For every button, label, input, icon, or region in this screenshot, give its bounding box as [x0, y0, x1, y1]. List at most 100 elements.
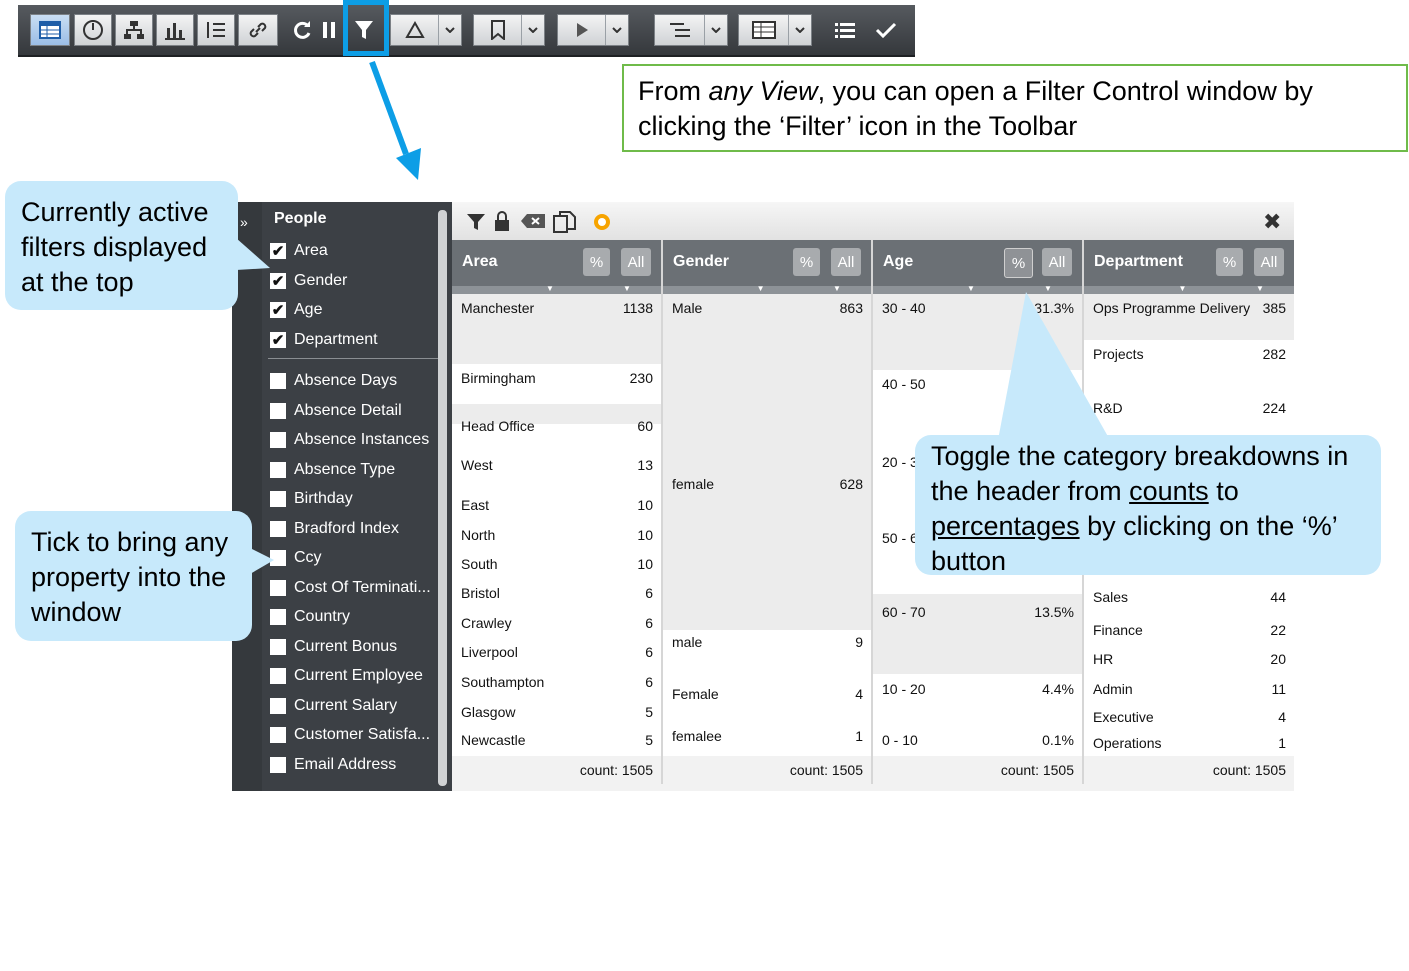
sort-arrow-icon[interactable]: ▼ — [757, 284, 765, 293]
category-row[interactable]: Head Office 60 — [452, 418, 661, 438]
column-divider[interactable] — [871, 240, 873, 784]
pause-button[interactable] — [318, 14, 340, 46]
property-item[interactable]: Absence Type — [270, 457, 395, 483]
checkbox-unchecked[interactable] — [270, 579, 286, 596]
column-sort-bar[interactable]: ▼ ▼ — [663, 284, 871, 294]
category-row[interactable]: femalee 1 — [663, 728, 871, 748]
category-row[interactable]: female 628 — [663, 476, 871, 496]
category-row[interactable]: 0 - 10 0.1% — [873, 732, 1082, 752]
copy-icon[interactable] — [552, 210, 578, 234]
category-row[interactable]: Bristol 6 — [452, 585, 661, 605]
property-item[interactable]: Absence Days — [270, 368, 397, 394]
percent-toggle-button[interactable]: % — [1004, 248, 1033, 278]
filter-icon[interactable] — [466, 212, 486, 232]
lock-icon[interactable] — [492, 210, 512, 232]
category-row[interactable]: Operations 1 — [1084, 735, 1294, 755]
category-row[interactable]: Female 4 — [663, 686, 871, 706]
property-item[interactable]: Current Employee — [270, 663, 423, 689]
link-view-button[interactable] — [238, 14, 278, 46]
column-divider[interactable] — [661, 240, 663, 784]
bookmark-dropdown-button[interactable] — [473, 14, 545, 46]
property-item[interactable]: Absence Instances — [270, 427, 429, 453]
percent-toggle-button[interactable]: % — [1216, 248, 1243, 276]
category-row[interactable]: Birmingham 230 — [452, 370, 661, 390]
active-filter-item[interactable]: ✔ Area — [270, 238, 328, 264]
close-icon[interactable]: ✖ — [1263, 209, 1281, 235]
category-row[interactable]: male 9 — [663, 634, 871, 654]
category-row[interactable]: Newcastle 5 — [452, 732, 661, 752]
list-view-button[interactable] — [197, 14, 235, 46]
apply-button[interactable] — [871, 14, 901, 46]
table-view-button[interactable] — [30, 14, 70, 46]
category-row[interactable]: South 10 — [452, 556, 661, 576]
sidebar-scrollbar[interactable] — [438, 210, 447, 786]
category-row[interactable]: Finance 22 — [1084, 622, 1294, 642]
delta-dropdown-button[interactable] — [390, 14, 462, 46]
checkbox-unchecked[interactable] — [270, 520, 286, 537]
details-button[interactable] — [830, 14, 860, 46]
checkbox-unchecked[interactable] — [270, 697, 286, 714]
checkbox-checked[interactable]: ✔ — [270, 302, 286, 319]
property-item[interactable]: Current Bonus — [270, 634, 397, 660]
checkbox-unchecked[interactable] — [270, 432, 286, 448]
bar-chart-view-button[interactable] — [156, 14, 194, 46]
checkbox-unchecked[interactable] — [270, 727, 286, 743]
dashboard-view-button[interactable] — [74, 14, 112, 46]
property-item[interactable]: Email Address — [270, 752, 396, 778]
category-row[interactable]: Male 863 — [663, 300, 871, 320]
clear-filter-icon[interactable] — [520, 213, 546, 229]
outline-dropdown-button[interactable] — [654, 14, 728, 46]
select-all-button[interactable]: All — [1254, 248, 1284, 276]
property-item[interactable]: Cost Of Terminati... — [270, 575, 431, 601]
grid-dropdown-button[interactable] — [738, 14, 812, 46]
checkbox-unchecked[interactable] — [270, 402, 286, 419]
sort-arrow-icon[interactable]: ▼ — [1179, 284, 1187, 293]
category-row[interactable]: West 13 — [452, 457, 661, 477]
play-dropdown-button[interactable] — [557, 14, 629, 46]
property-item[interactable]: Bradford Index — [270, 516, 399, 542]
org-chart-view-button[interactable] — [115, 14, 153, 46]
active-filter-item[interactable]: ✔ Age — [270, 297, 322, 323]
category-row[interactable]: HR 20 — [1084, 651, 1294, 671]
checkbox-unchecked[interactable] — [270, 491, 286, 507]
category-row[interactable]: Southampton 6 — [452, 674, 661, 694]
sort-arrow-icon[interactable]: ▼ — [833, 284, 841, 293]
checkbox-unchecked[interactable] — [270, 609, 286, 625]
checkbox-checked[interactable]: ✔ — [270, 331, 286, 349]
select-all-button[interactable]: All — [1042, 248, 1072, 276]
column-sort-bar[interactable]: ▼ ▼ — [452, 284, 661, 294]
category-row[interactable]: Glasgow 5 — [452, 704, 661, 724]
refresh-button[interactable] — [288, 14, 316, 46]
category-row[interactable]: Manchester 1138 — [452, 300, 661, 320]
category-row[interactable]: 60 - 70 13.5% — [873, 604, 1082, 624]
sort-arrow-icon[interactable]: ▼ — [546, 284, 554, 293]
percent-toggle-button[interactable]: % — [793, 248, 820, 276]
category-row[interactable]: Admin 11 — [1084, 681, 1294, 701]
category-row[interactable]: Sales 44 — [1084, 589, 1294, 609]
category-row[interactable]: Executive 4 — [1084, 709, 1294, 729]
sort-arrow-icon[interactable]: ▼ — [623, 284, 631, 293]
checkbox-unchecked[interactable] — [270, 373, 286, 389]
sort-arrow-icon[interactable]: ▼ — [967, 284, 975, 293]
select-all-button[interactable]: All — [831, 248, 861, 276]
percent-toggle-button[interactable]: % — [583, 248, 610, 276]
expand-icon[interactable]: » — [240, 214, 248, 230]
sort-arrow-icon[interactable]: ▼ — [1256, 284, 1264, 293]
property-item[interactable]: Birthday — [270, 486, 353, 512]
active-filter-item[interactable]: ✔ Gender — [270, 268, 347, 294]
property-item[interactable]: Country — [270, 604, 350, 630]
category-row[interactable]: Crawley 6 — [452, 615, 661, 635]
checkbox-unchecked[interactable] — [270, 461, 286, 478]
category-row[interactable]: East 10 — [452, 497, 661, 517]
property-item[interactable]: Current Salary — [270, 693, 397, 719]
category-row[interactable]: North 10 — [452, 527, 661, 547]
category-row[interactable]: Liverpool 6 — [452, 644, 661, 664]
active-filter-item[interactable]: ✔ Department — [270, 327, 378, 353]
checkbox-unchecked[interactable] — [270, 638, 286, 655]
select-all-button[interactable]: All — [621, 248, 651, 276]
checkbox-unchecked[interactable] — [270, 668, 286, 684]
property-item[interactable]: Customer Satisfa... — [270, 722, 430, 748]
property-item[interactable]: Absence Detail — [270, 398, 402, 424]
category-row[interactable]: 10 - 20 4.4% — [873, 681, 1082, 701]
checkbox-unchecked[interactable] — [270, 756, 286, 773]
